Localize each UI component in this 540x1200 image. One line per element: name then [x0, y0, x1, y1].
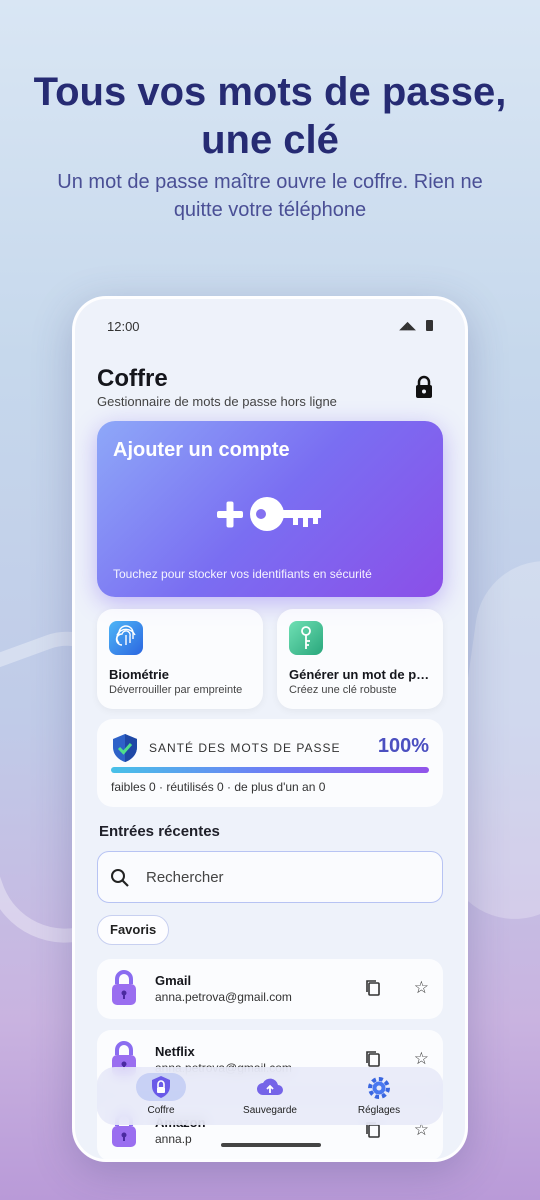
biometrics-tile[interactable]: Biométrie Déverrouiller par empreinte	[97, 609, 263, 709]
health-value: 100%	[377, 735, 429, 757]
search-input[interactable]: Rechercher	[146, 869, 224, 886]
home-indicator	[221, 1143, 321, 1147]
add-account-card[interactable]: Ajouter un compte Touchez pour stocker v…	[97, 421, 443, 597]
add-key-icon	[217, 497, 321, 531]
health-progress-fill	[111, 767, 429, 773]
star-icon[interactable]: ☆	[414, 1049, 429, 1069]
entry-name: Gmail	[155, 973, 192, 988]
entry-username: anna.p	[155, 1132, 192, 1146]
generate-password-subtitle: Créez une clé robuste	[289, 684, 397, 696]
favorites-chip[interactable]: Favoris	[97, 915, 170, 945]
entry-username: anna.petrova@gmail.com	[155, 990, 292, 1004]
shield-icon	[152, 1076, 170, 1098]
shield-check-icon	[113, 734, 137, 762]
app-title: Coffre	[97, 365, 168, 392]
status-bar: 12:00 ◢◣	[107, 319, 433, 339]
signal-icon: ◢◣	[399, 320, 416, 332]
lock-icon	[416, 375, 432, 398]
star-icon[interactable]: ☆	[414, 978, 429, 998]
nav-label-settings: Réglages	[357, 1105, 401, 1116]
gear-icon	[368, 1077, 390, 1099]
key-icon	[289, 621, 323, 655]
biometrics-title: Biométrie	[109, 667, 169, 682]
generate-password-tile[interactable]: Générer un mot de passe Créez une clé ro…	[277, 609, 443, 709]
password-health-card[interactable]: SANTÉ DES MOTS DE PASSE 100% faibles 0 ·…	[97, 719, 443, 807]
status-time: 12:00	[107, 319, 140, 334]
list-item[interactable]: Gmail anna.petrova@gmail.com ☆	[97, 959, 443, 1019]
nav-label-backup: Sauvegarde	[243, 1105, 297, 1116]
add-account-hint: Touchez pour stocker vos identifiants en…	[113, 567, 372, 581]
generate-password-title: Générer un mot de passe	[289, 667, 435, 682]
nav-label-vault: Coffre	[147, 1105, 175, 1116]
promo-subheadline: Un mot de passe maître ouvre le coffre. …	[57, 171, 483, 221]
copy-icon[interactable]	[365, 1050, 381, 1068]
add-account-title: Ajouter un compte	[113, 439, 290, 461]
nav-item-settings[interactable]: Réglages	[329, 1073, 429, 1116]
app-subtitle: Gestionnaire de mots de passe hors ligne	[97, 394, 337, 409]
fingerprint-icon	[109, 621, 143, 655]
recent-entries-heading: Entrées récentes	[99, 823, 220, 840]
promo-headline: Tous vos mots de passe, une clé	[33, 70, 507, 162]
nav-item-backup[interactable]: Sauvegarde	[220, 1073, 320, 1116]
health-stats: faibles 0 · réutilisés 0 · de plus d'un …	[111, 780, 326, 794]
padlock-icon	[112, 970, 136, 1005]
entry-name: Netflix	[155, 1044, 195, 1059]
biometrics-subtitle: Déverrouiller par empreinte	[109, 684, 243, 696]
bottom-navigation: Coffre Sauvegarde Réglages	[97, 1067, 443, 1125]
search-icon	[111, 869, 129, 887]
copy-icon[interactable]	[365, 979, 381, 997]
phone-frame: 12:00 ◢◣ Coffre Gestionnaire de mots de …	[72, 296, 468, 1162]
nav-item-vault[interactable]: Coffre	[111, 1073, 211, 1116]
lock-vault-button[interactable]	[413, 375, 435, 399]
search-field[interactable]: Rechercher	[97, 851, 443, 903]
battery-icon	[426, 320, 433, 331]
health-progress-bar	[111, 767, 429, 773]
health-label: SANTÉ DES MOTS DE PASSE	[149, 741, 341, 755]
cloud-upload-icon	[257, 1078, 283, 1095]
